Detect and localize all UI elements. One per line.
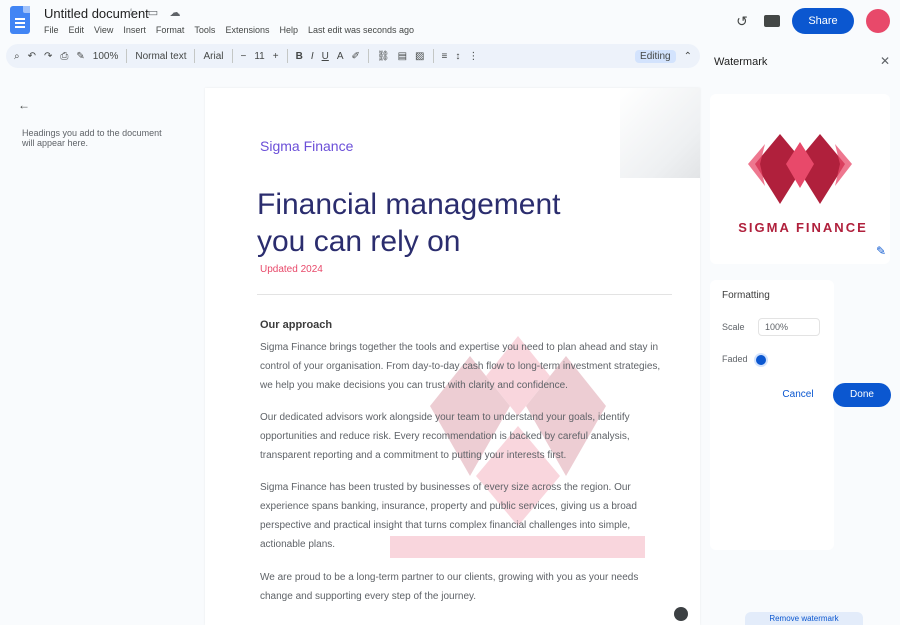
panel-title: Watermark xyxy=(714,56,768,68)
body-paragraph: Our dedicated advisors work alongside yo… xyxy=(260,412,630,461)
menu-bar: File Edit View Insert Format Tools Exten… xyxy=(44,25,414,35)
scale-select[interactable]: 100% xyxy=(758,318,820,336)
undo-icon[interactable]: ↶ xyxy=(28,51,36,62)
comment-icon[interactable]: ▤ xyxy=(398,51,407,62)
print-icon[interactable]: ⎙ xyxy=(60,51,68,62)
avatar[interactable] xyxy=(866,9,890,33)
brand-name: Sigma Finance xyxy=(260,138,354,154)
watermark-panel: Watermark ✕ SIGMA FINANCE ✎ Formatting S… xyxy=(706,44,900,625)
text-color-icon[interactable]: A xyxy=(337,51,344,62)
link-icon[interactable]: ⛓ xyxy=(377,51,390,62)
page-corner-shade xyxy=(620,88,700,178)
underline-icon[interactable]: U xyxy=(322,51,329,62)
font-size-field[interactable]: 11 xyxy=(254,51,264,62)
history-icon[interactable]: ↺ xyxy=(732,11,752,31)
headline-line: Financial management xyxy=(257,188,561,221)
toolbar-divider xyxy=(286,49,288,63)
star-icon[interactable]: ☆ xyxy=(124,6,138,19)
title-actions: ☆ ▭ ☁ xyxy=(124,6,182,19)
share-button[interactable]: Share xyxy=(792,8,854,34)
header-actions: ↺ Share xyxy=(732,8,890,34)
section-heading: Our approach xyxy=(260,319,333,331)
logo-wordmark: SIGMA FINANCE xyxy=(738,220,868,235)
cancel-button[interactable]: Cancel xyxy=(772,384,824,406)
faded-label: Faded xyxy=(722,354,748,364)
formatting-toolbar: ⌕ ↶ ↷ ⎙ ✎ 100% Normal text Arial − 11 + … xyxy=(6,44,700,68)
menu-insert[interactable]: Insert xyxy=(123,25,146,35)
last-edit-status[interactable]: Last edit was seconds ago xyxy=(308,25,414,35)
line-spacing-icon[interactable]: ↕ xyxy=(455,51,460,62)
toolbar-divider xyxy=(367,49,369,63)
body-paragraph: Sigma Finance has been trusted by busine… xyxy=(260,482,637,550)
explore-icon[interactable] xyxy=(674,607,688,621)
app-header: Untitled document ☆ ▭ ☁ File Edit View I… xyxy=(0,0,900,44)
docs-logo-icon[interactable] xyxy=(10,6,30,34)
toolbar-divider xyxy=(126,49,128,63)
highlight-icon[interactable]: ✐ xyxy=(352,51,360,62)
back-arrow-icon[interactable]: ← xyxy=(18,98,30,112)
toolbar-divider xyxy=(231,49,233,63)
headline-line: you can rely on xyxy=(257,225,461,258)
close-icon[interactable]: ✕ xyxy=(880,54,890,68)
editing-mode-select[interactable]: Editing xyxy=(635,49,676,63)
document-outline: ← Headings you add to the document will … xyxy=(0,70,205,625)
menu-view[interactable]: View xyxy=(94,25,113,35)
font-select[interactable]: Arial xyxy=(203,51,223,62)
style-select[interactable]: Normal text xyxy=(135,51,186,62)
menu-tools[interactable]: Tools xyxy=(194,25,215,35)
watermark-preview[interactable]: SIGMA FINANCE xyxy=(710,94,890,264)
body-paragraph: Sigma Finance brings together the tools … xyxy=(260,342,661,391)
font-size-decrease-icon[interactable]: − xyxy=(241,51,247,62)
redo-icon[interactable]: ↷ xyxy=(44,51,52,62)
cloud-status-icon[interactable]: ☁ xyxy=(168,6,182,19)
formatting-title: Formatting xyxy=(722,290,770,301)
meet-camera-icon[interactable] xyxy=(764,15,780,27)
scale-label: Scale xyxy=(722,322,745,332)
section-divider xyxy=(257,294,672,295)
toolbar-divider xyxy=(194,49,196,63)
body-paragraph: We are proud to be a long-term partner t… xyxy=(260,572,639,602)
toolbar-divider xyxy=(432,49,434,63)
more-icon[interactable]: ⋮ xyxy=(468,51,478,62)
sigma-logo xyxy=(748,134,852,204)
formatting-card: Formatting Scale 100% Faded xyxy=(710,280,834,550)
paint-format-icon[interactable]: ✎ xyxy=(76,51,84,62)
menu-format[interactable]: Format xyxy=(156,25,185,35)
tagline: Updated 2024 xyxy=(260,264,323,275)
remove-watermark-button[interactable]: Remove watermark xyxy=(745,612,863,625)
menu-edit[interactable]: Edit xyxy=(69,25,85,35)
image-icon[interactable]: ▨ xyxy=(415,51,424,62)
faded-checkbox[interactable] xyxy=(754,353,768,367)
italic-icon[interactable]: I xyxy=(311,51,314,62)
menu-file[interactable]: File xyxy=(44,25,59,35)
font-size-increase-icon[interactable]: + xyxy=(273,51,279,62)
bold-icon[interactable]: B xyxy=(296,51,303,62)
move-folder-icon[interactable]: ▭ xyxy=(146,6,160,19)
menu-extensions[interactable]: Extensions xyxy=(225,25,269,35)
align-icon[interactable]: ≡ xyxy=(442,51,448,62)
menu-help[interactable]: Help xyxy=(279,25,298,35)
edit-image-icon[interactable]: ✎ xyxy=(876,244,886,258)
zoom-select[interactable]: 100% xyxy=(93,51,119,62)
done-button[interactable]: Done xyxy=(833,383,891,407)
collapse-menus-icon[interactable]: ⌃ xyxy=(684,51,692,62)
page-headline: Financial management you can rely on xyxy=(257,186,617,260)
document-page[interactable]: Sigma Finance Financial management you c… xyxy=(205,88,700,625)
outline-placeholder: Headings you add to the document will ap… xyxy=(22,128,162,148)
search-menus-icon[interactable]: ⌕ xyxy=(14,51,20,62)
